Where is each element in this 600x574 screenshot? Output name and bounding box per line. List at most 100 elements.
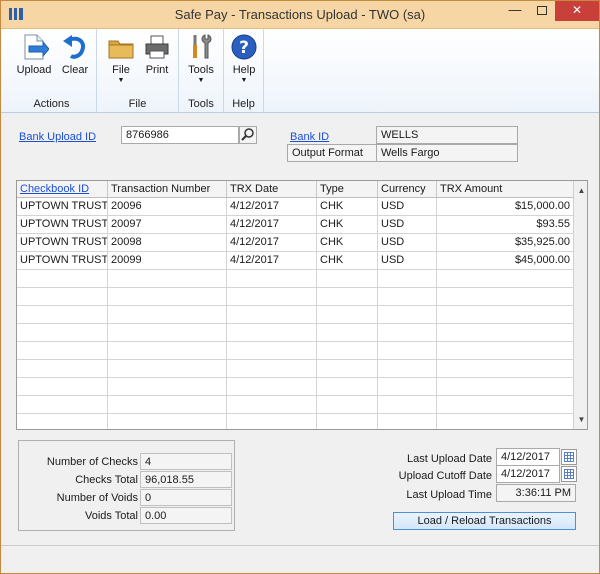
bank-upload-id-link[interactable]: Bank Upload ID	[19, 131, 96, 143]
last-upload-date-field[interactable]: 4/12/2017	[496, 448, 560, 466]
transaction-number-cell	[108, 306, 227, 324]
trx-amount-cell	[437, 306, 573, 324]
type-cell	[317, 306, 378, 324]
ribbon-group-help: ? Help ▼ Help	[224, 29, 264, 113]
transactions-grid[interactable]: Checkbook ID Transaction Number TRX Date…	[16, 180, 588, 430]
upload-cutoff-date-label: Upload Cutoff Date	[398, 470, 492, 482]
close-button[interactable]: ✕	[555, 1, 599, 21]
type-cell	[317, 342, 378, 360]
checkbook-id-cell	[17, 306, 108, 324]
empty-row[interactable]	[17, 270, 573, 288]
empty-row[interactable]	[17, 306, 573, 324]
empty-row[interactable]	[17, 378, 573, 396]
transaction-number-cell	[108, 396, 227, 414]
checkbook-id-cell: UPTOWN TRUST	[17, 234, 108, 252]
trx-amount-cell	[437, 360, 573, 378]
dropdown-arrow-icon: ▼	[197, 77, 205, 84]
table-row[interactable]: UPTOWN TRUST 20098 4/12/2017 CHK USD $35,925.…	[17, 234, 573, 252]
number-of-checks-label: Number of Checks	[46, 456, 138, 468]
empty-row[interactable]	[17, 288, 573, 306]
ribbon-group-actions: Upload Clear Actions	[7, 29, 97, 113]
checks-total-value: 96,018.55	[140, 471, 232, 488]
trx-amount-cell: $93.55	[536, 218, 570, 230]
calendar-icon[interactable]	[561, 466, 577, 482]
table-row[interactable]: UPTOWN TRUST 20099 4/12/2017 CHK USD $45,000.…	[17, 252, 573, 270]
status-bar	[1, 545, 599, 573]
col-checkbook-id[interactable]: Checkbook ID	[17, 181, 108, 197]
checks-total-row: Checks Total 96,018.55	[19, 471, 236, 489]
currency-cell	[378, 324, 437, 342]
empty-row[interactable]	[17, 342, 573, 360]
table-row[interactable]: UPTOWN TRUST 20097 4/12/2017 CHK USD $93.55	[17, 216, 573, 234]
help-button-label: Help	[232, 64, 256, 76]
trx-amount-cell	[437, 342, 573, 360]
scroll-up-icon[interactable]: ▲	[574, 183, 587, 198]
empty-row[interactable]	[17, 414, 573, 429]
checkbook-id-cell	[17, 414, 108, 429]
minimize-button[interactable]: —	[501, 1, 529, 21]
number-of-voids-row: Number of Voids 0	[19, 489, 236, 507]
trx-date-cell	[227, 288, 317, 306]
trx-date-cell	[227, 270, 317, 288]
transaction-number-cell	[108, 324, 227, 342]
help-menu-button[interactable]: ? Help ▼	[222, 32, 266, 84]
transaction-number-cell: 20099	[108, 252, 227, 270]
scroll-down-icon[interactable]: ▼	[574, 412, 587, 427]
upload-icon	[19, 32, 50, 62]
transaction-number-cell: 20096	[108, 198, 227, 216]
type-cell	[317, 396, 378, 414]
number-of-voids-value: 0	[140, 489, 232, 506]
grid-scrollbar[interactable]: ▲ ▼	[573, 181, 587, 429]
checks-total-label: Checks Total	[75, 474, 138, 486]
print-button[interactable]: Print	[135, 32, 179, 76]
folder-icon	[106, 32, 136, 62]
bank-upload-id-field[interactable]: 8766986	[121, 126, 239, 144]
trx-amount-cell	[437, 414, 573, 429]
trx-amount-cell	[437, 270, 573, 288]
currency-cell	[378, 414, 437, 429]
bank-id-link[interactable]: Bank ID	[290, 131, 329, 143]
clear-button-label: Clear	[61, 64, 89, 76]
type-cell: CHK	[317, 252, 378, 270]
calendar-icon[interactable]	[561, 449, 577, 465]
dropdown-arrow-icon: ▼	[240, 77, 248, 84]
totals-panel: Number of Checks 4 Checks Total 96,018.5…	[18, 440, 235, 531]
clear-button[interactable]: Clear	[53, 32, 97, 76]
currency-cell: USD	[378, 198, 437, 216]
tools-menu-button[interactable]: Tools ▼	[179, 32, 223, 84]
last-upload-date-label: Last Upload Date	[407, 453, 492, 465]
currency-cell	[378, 360, 437, 378]
tools-icon	[186, 32, 216, 62]
empty-row[interactable]	[17, 360, 573, 378]
number-of-checks-row: Number of Checks 4	[19, 453, 236, 471]
transaction-number-cell	[108, 360, 227, 378]
number-of-voids-label: Number of Voids	[56, 492, 138, 504]
trx-amount-cell: $45,000.00	[514, 254, 570, 266]
maximize-button[interactable]	[529, 1, 555, 21]
upload-cutoff-date-field[interactable]: 4/12/2017	[496, 465, 560, 483]
ribbon-group-label: File	[128, 98, 147, 110]
lookup-button[interactable]	[239, 126, 257, 144]
empty-row[interactable]	[17, 324, 573, 342]
load-reload-transactions-button[interactable]: Load / Reload Transactions	[393, 512, 576, 530]
upload-button[interactable]: Upload	[12, 32, 56, 76]
type-cell	[317, 414, 378, 429]
empty-row[interactable]	[17, 396, 573, 414]
ribbon-group-label: Help	[232, 98, 255, 110]
currency-cell	[378, 342, 437, 360]
trx-amount-cell: $35,925.00	[514, 236, 570, 248]
table-row[interactable]: UPTOWN TRUST 20096 4/12/2017 CHK USD $15,000.…	[17, 198, 573, 216]
dropdown-arrow-icon: ▼	[117, 77, 125, 84]
print-button-label: Print	[145, 64, 169, 76]
output-format-field: Wells Fargo	[376, 144, 518, 162]
checkbook-id-cell	[17, 360, 108, 378]
transaction-number-cell: 20098	[108, 234, 227, 252]
voids-total-row: Voids Total 0.00	[19, 507, 236, 525]
trx-amount-cell	[437, 288, 573, 306]
ribbon-group-label: Actions	[33, 98, 70, 110]
ribbon-group-label: Tools	[188, 98, 214, 110]
ribbon-group-tools: Tools ▼ Tools	[179, 29, 224, 113]
type-cell: CHK	[317, 234, 378, 252]
transaction-number-cell	[108, 414, 227, 429]
ribbon-group-file: File ▼ Print File	[97, 29, 179, 113]
